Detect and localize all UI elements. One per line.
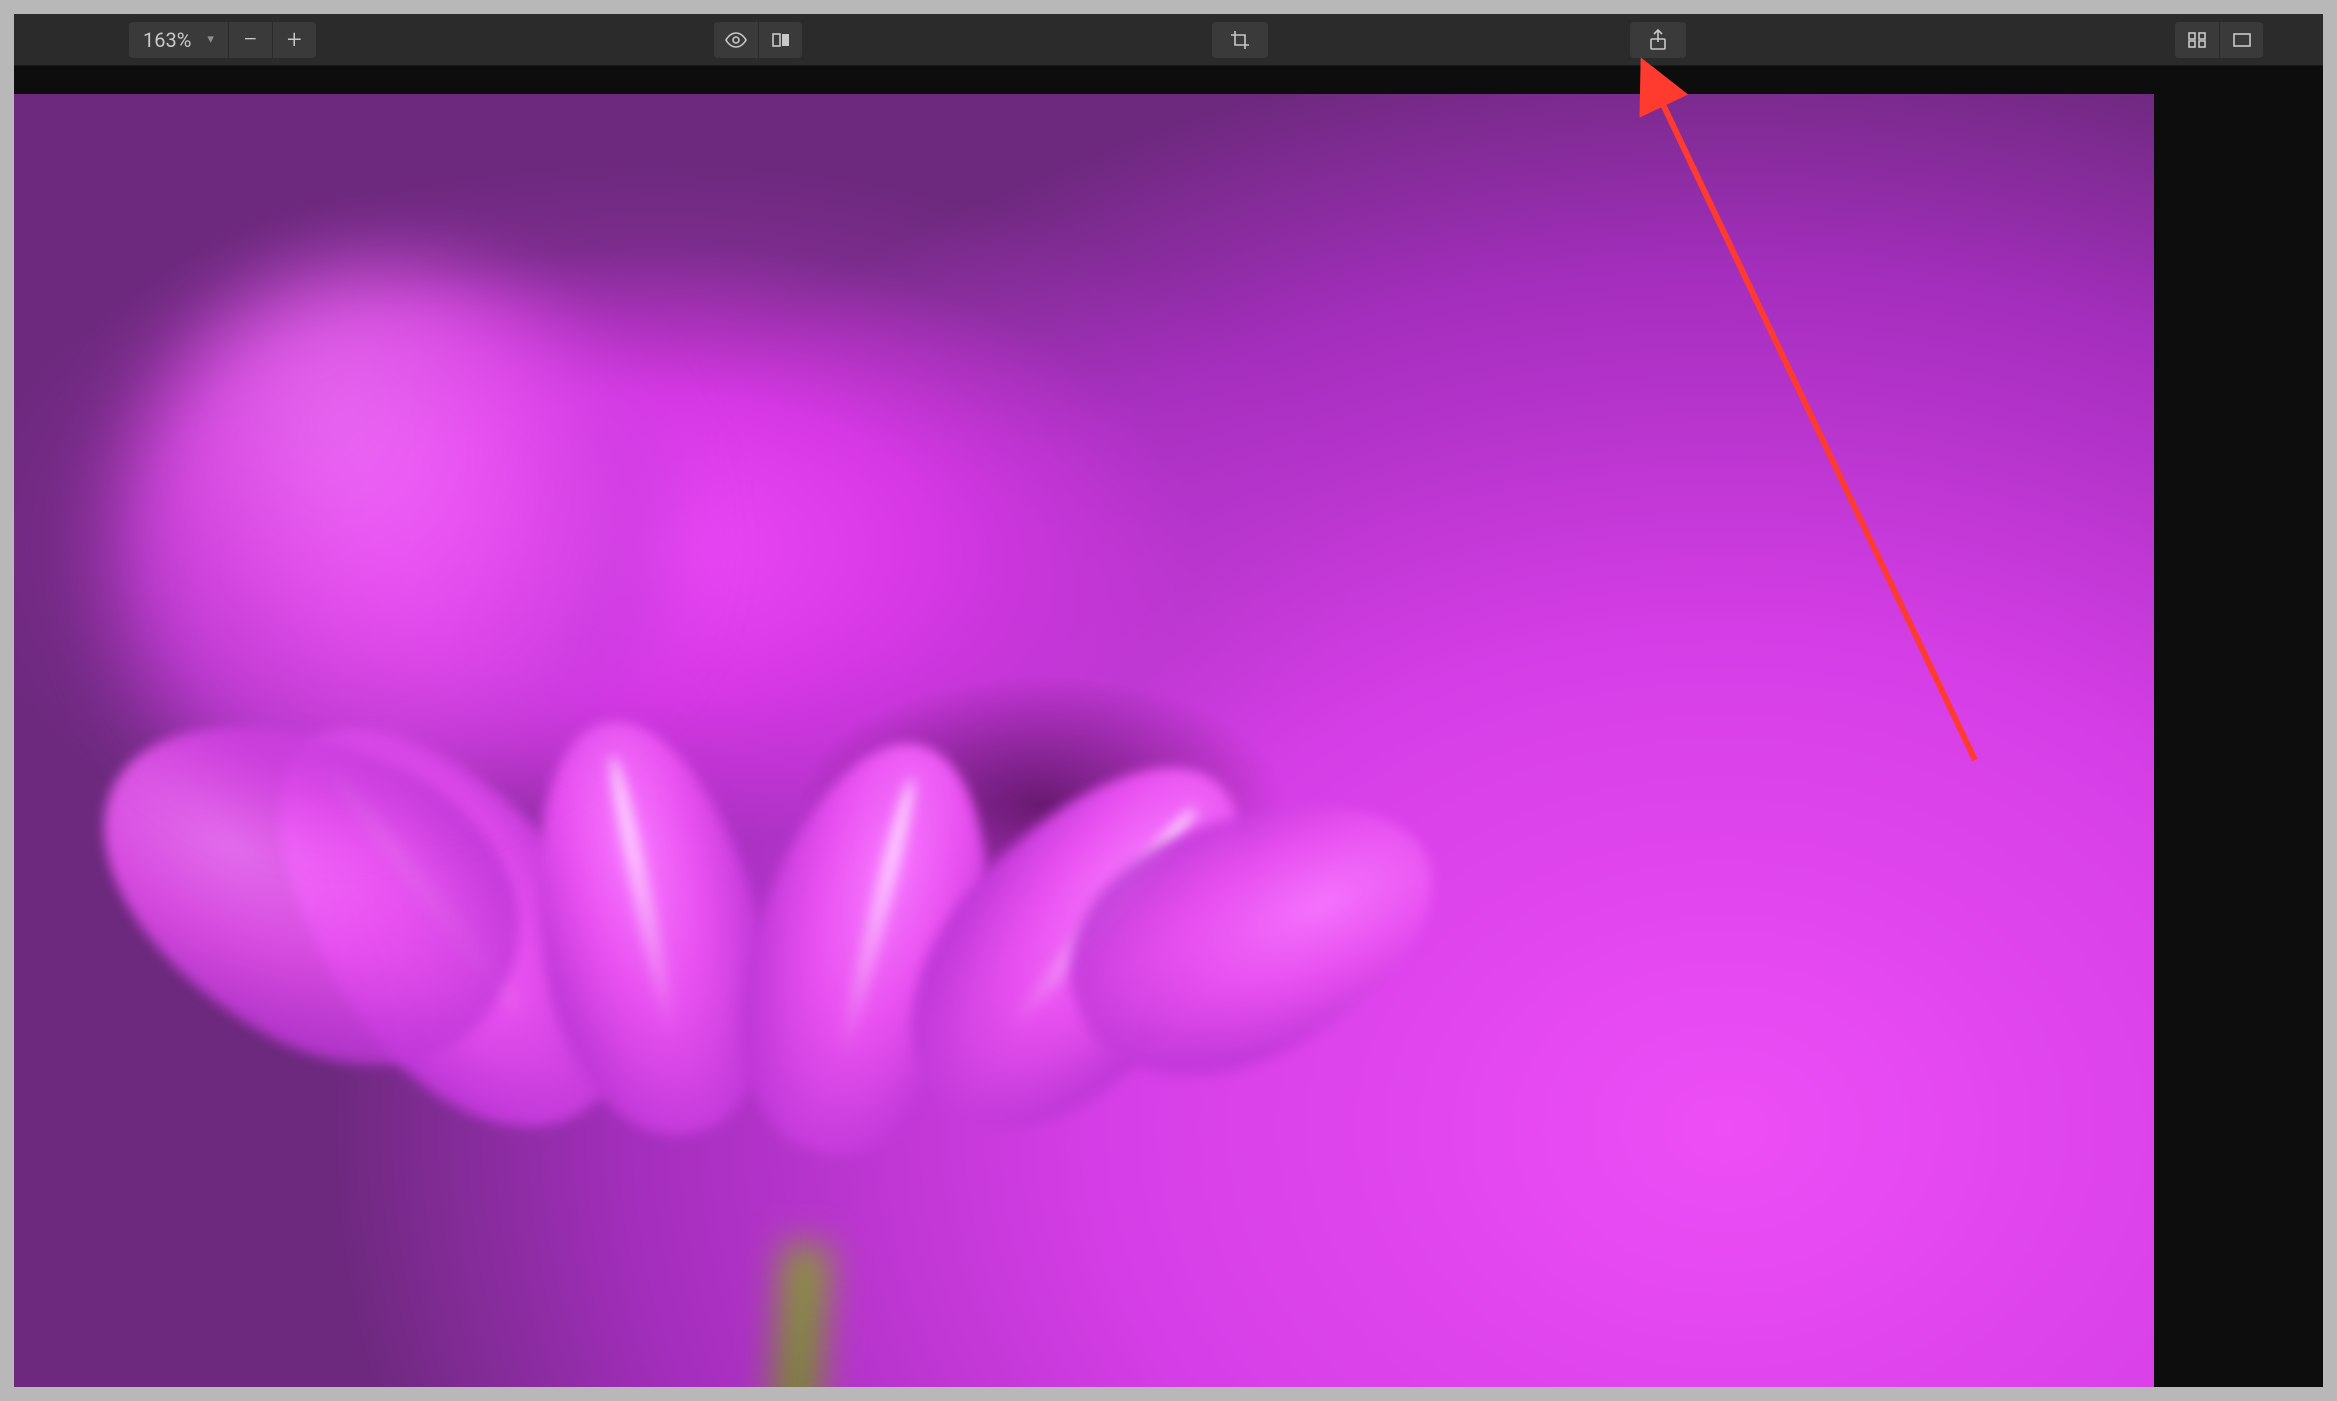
single-view-button[interactable] <box>2219 22 2263 58</box>
share-controls <box>1630 22 1686 58</box>
zoom-controls: 163% ▾ − + <box>129 22 316 58</box>
crop-controls <box>1212 22 1268 58</box>
chevron-down-icon: ▾ <box>207 32 214 47</box>
single-view-icon <box>2230 28 2254 52</box>
app-window: 163% ▾ − + <box>14 14 2323 1387</box>
view-mode-controls <box>2175 22 2263 58</box>
eye-icon <box>724 28 748 52</box>
preview-controls <box>714 22 802 58</box>
zoom-in-button[interactable]: + <box>272 22 316 58</box>
top-toolbar: 163% ▾ − + <box>14 14 2323 66</box>
share-icon <box>1646 28 1670 52</box>
crop-icon <box>1228 28 1252 52</box>
grid-icon <box>2185 28 2209 52</box>
grid-view-button[interactable] <box>2175 22 2219 58</box>
compare-icon <box>769 28 793 52</box>
share-button[interactable] <box>1630 22 1686 58</box>
image-content <box>14 94 2154 1387</box>
preview-toggle-button[interactable] <box>714 22 758 58</box>
minus-icon: − <box>243 27 258 53</box>
plus-icon: + <box>287 27 302 53</box>
compare-button[interactable] <box>758 22 802 58</box>
zoom-level-dropdown[interactable]: 163% ▾ <box>129 22 228 58</box>
zoom-value: 163% <box>143 28 191 52</box>
zoom-out-button[interactable]: − <box>228 22 272 58</box>
image-canvas-area[interactable] <box>14 66 2323 1387</box>
crop-button[interactable] <box>1212 22 1268 58</box>
